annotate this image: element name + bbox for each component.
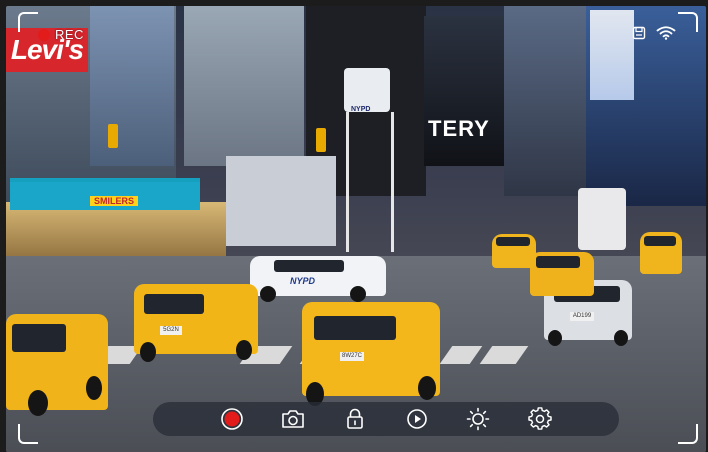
wifi-icon (656, 26, 676, 40)
billboard-right (424, 16, 504, 166)
lock-button[interactable] (342, 406, 368, 432)
sd-card-icon (632, 26, 646, 40)
taxi-bottom-left (6, 314, 108, 416)
play-icon (406, 409, 427, 429)
brightness-icon (467, 407, 490, 431)
frame-corner-bottom-left (18, 424, 38, 444)
billboard-left (90, 6, 174, 166)
bus (578, 188, 626, 250)
snapshot-button[interactable] (280, 406, 306, 432)
police-car-label: NYPD (290, 276, 316, 286)
plate-right-car: AD199 (570, 312, 594, 321)
frame-corner-top-left (18, 12, 38, 32)
record-icon (221, 408, 243, 430)
traffic-light-center (316, 128, 326, 152)
rec-dot-icon (38, 28, 50, 41)
taxi-distant (492, 234, 536, 268)
rec-label: REC (55, 27, 84, 42)
nypd-tower-frame (346, 112, 394, 252)
taxi-far-right (640, 232, 682, 274)
taxi-front-center: 8W27C (302, 302, 440, 406)
camera-icon (282, 410, 305, 428)
control-toolbar (153, 402, 619, 436)
camera-viewport: Levi's SMILERS TERY NYPD NYPD 5G2N 8W27C (6, 6, 706, 452)
gear-icon (528, 407, 552, 430)
building-right (504, 6, 586, 196)
taxi-left-far: 5G2N (134, 284, 258, 362)
taxi-mid-right (530, 252, 594, 296)
smilers-sign: SMILERS (90, 196, 139, 206)
settings-button[interactable] (527, 406, 553, 432)
plate-left-taxi: 5G2N (160, 326, 182, 335)
building-center (184, 6, 304, 166)
billboard-text: TERY (428, 116, 490, 141)
frame-corner-top-right (678, 12, 698, 32)
brightness-button[interactable] (465, 406, 491, 432)
status-icons (632, 26, 676, 40)
building-white (226, 156, 336, 246)
lit-sign (590, 10, 634, 100)
rec-indicator: REC (38, 27, 84, 42)
traffic-light-left (108, 124, 118, 148)
police-car: NYPD (250, 256, 386, 302)
frame-corner-bottom-right (678, 424, 698, 444)
lock-icon (347, 408, 363, 429)
record-button[interactable] (219, 406, 245, 432)
playback-button[interactable] (404, 406, 430, 432)
plate-front-taxi: 8W27C (340, 352, 364, 361)
storefront (6, 202, 226, 262)
